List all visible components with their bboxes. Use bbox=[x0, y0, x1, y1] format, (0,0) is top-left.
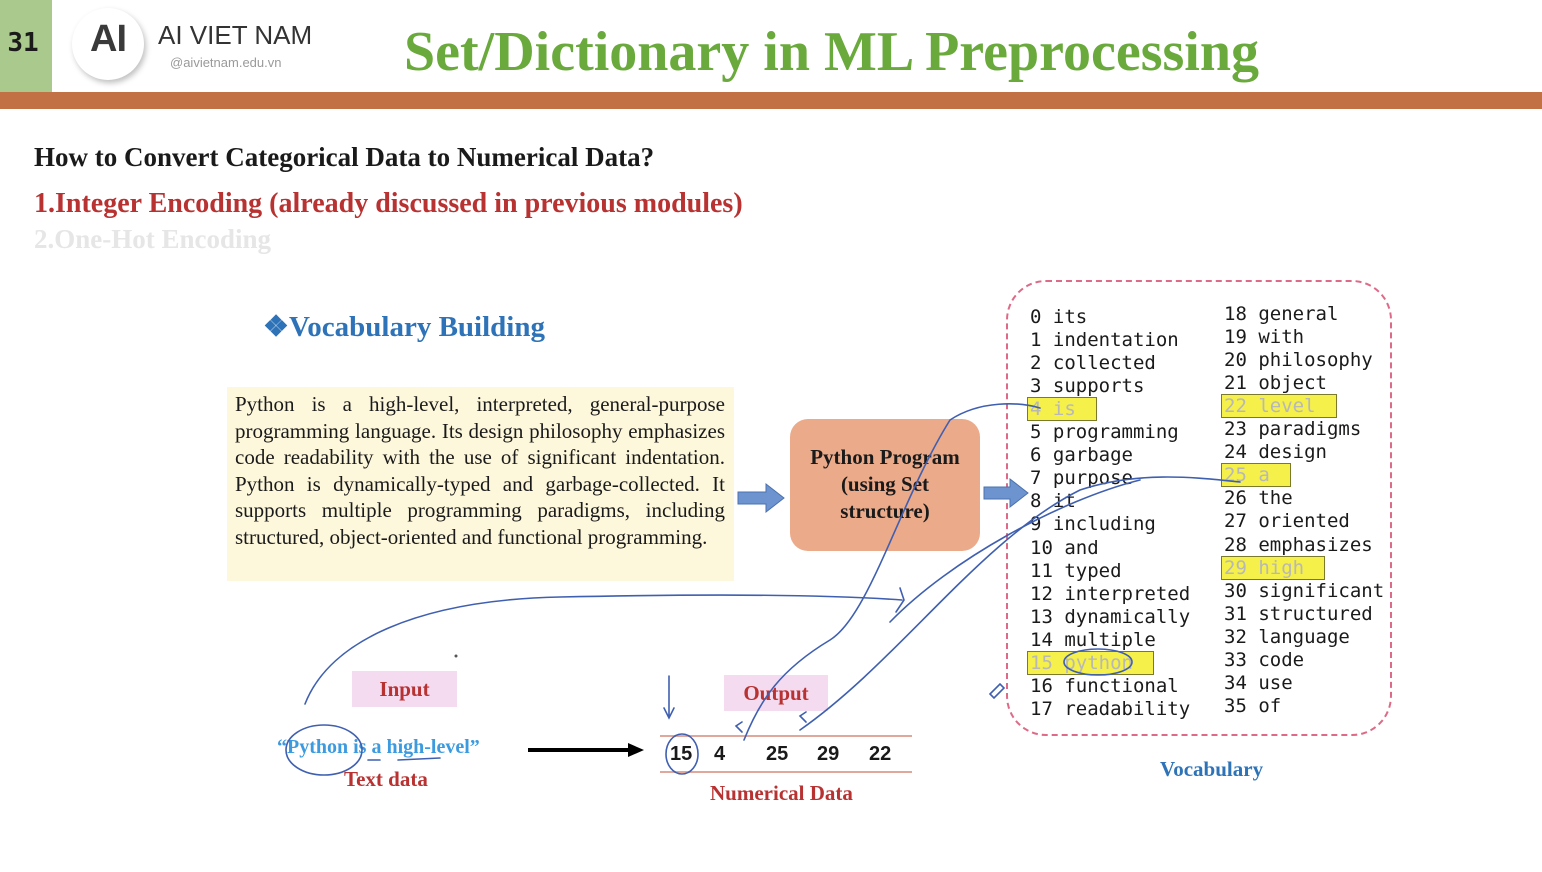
ink-dot bbox=[454, 654, 458, 658]
ink-stroke bbox=[743, 403, 1041, 741]
ink-circle bbox=[1063, 648, 1133, 676]
ink-stroke bbox=[988, 682, 1006, 700]
ink-stroke bbox=[663, 675, 675, 720]
ink-stroke bbox=[304, 594, 903, 705]
ink-circle bbox=[665, 733, 699, 775]
ink-stroke bbox=[734, 721, 743, 733]
arrow-head-icon bbox=[628, 743, 644, 757]
ink-stroke bbox=[799, 476, 1241, 731]
ink-circle bbox=[285, 724, 363, 776]
ink-stroke bbox=[397, 757, 441, 761]
ink-stroke bbox=[798, 711, 807, 723]
right-arrow-icon bbox=[737, 482, 785, 514]
right-arrow-icon bbox=[983, 477, 1029, 509]
annotation-layer bbox=[285, 403, 1241, 776]
